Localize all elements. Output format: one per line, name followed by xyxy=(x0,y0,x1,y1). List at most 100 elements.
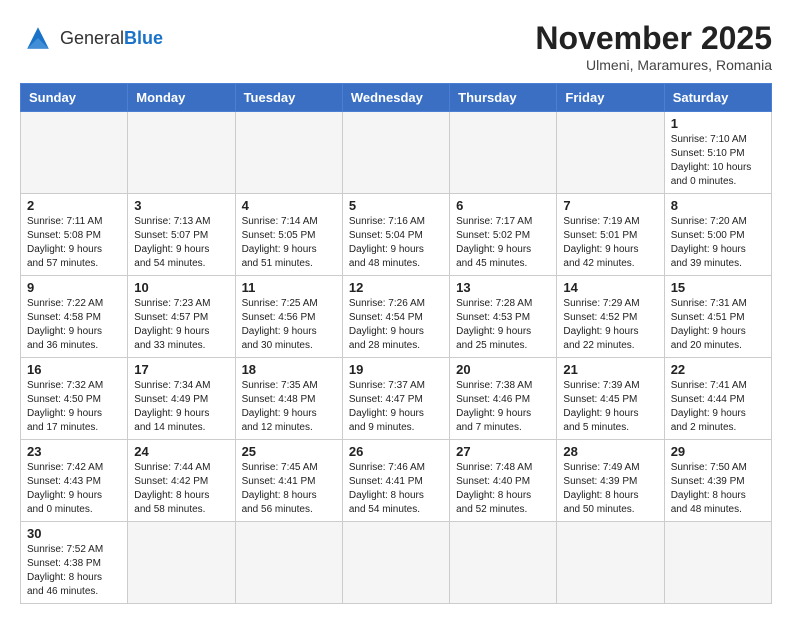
day-cell: 5Sunrise: 7:16 AMSunset: 5:04 PMDaylight… xyxy=(342,194,449,276)
day-cell: 28 Sunrise: 7:49 AMSunset: 4:39 PMDayligh… xyxy=(557,440,664,522)
day-cell: 15 Sunrise: 7:31 AMSunset: 4:51 PMDayligh… xyxy=(664,276,771,358)
day-number: 13 xyxy=(456,280,550,295)
day-cell: 30Sunrise: 7:52 AMSunset: 4:38 PMDayligh… xyxy=(21,522,128,604)
day-number: 22 xyxy=(671,362,765,377)
day-cell: 12Sunrise: 7:26 AMSunset: 4:54 PMDayligh… xyxy=(342,276,449,358)
day-number: 1 xyxy=(671,116,765,131)
day-cell: 20 Sunrise: 7:38 AMSunset: 4:46 PMDayligh… xyxy=(450,358,557,440)
day-cell: 2 Sunrise: 7:11 AMSunset: 5:08 PMDaylight… xyxy=(21,194,128,276)
day-number: 27 xyxy=(456,444,550,459)
day-info: Sunrise: 7:11 AMSunset: 5:08 PMDaylight:… xyxy=(27,215,121,271)
day-number: 29 xyxy=(671,444,765,459)
day-number: 18 xyxy=(242,362,336,377)
week-row-3: 9Sunrise: 7:22 AMSunset: 4:58 PMDaylight… xyxy=(21,276,772,358)
day-number: 21 xyxy=(563,362,657,377)
day-info: Sunrise: 7:14 AMSunset: 5:05 PMDaylight:… xyxy=(242,215,336,271)
day-cell xyxy=(235,522,342,604)
day-number: 20 xyxy=(456,362,550,377)
day-cell: 25 Sunrise: 7:45 AMSunset: 4:41 PMDayligh… xyxy=(235,440,342,522)
day-number: 10 xyxy=(134,280,228,295)
day-cell: 26 Sunrise: 7:46 AMSunset: 4:41 PMDayligh… xyxy=(342,440,449,522)
header: GeneralBlue November 2025 Ulmeni, Maramu… xyxy=(20,20,772,73)
day-info: Sunrise: 7:48 AMSunset: 4:40 PMDaylight:… xyxy=(456,461,550,517)
month-title: November 2025 xyxy=(535,20,772,57)
day-info: Sunrise: 7:26 AMSunset: 4:54 PMDaylight:… xyxy=(349,297,443,353)
generalblue-logo-icon xyxy=(20,20,56,56)
day-info: Sunrise: 7:32 AMSunset: 4:50 PMDaylight:… xyxy=(27,379,121,435)
day-info: Sunrise: 7:10 AMSunset: 5:10 PMDaylight:… xyxy=(671,133,765,189)
day-info: Sunrise: 7:37 AMSunset: 4:47 PMDaylight:… xyxy=(349,379,443,435)
day-cell: 22Sunrise: 7:41 AMSunset: 4:44 PMDayligh… xyxy=(664,358,771,440)
day-info: Sunrise: 7:25 AMSunset: 4:56 PMDaylight:… xyxy=(242,297,336,353)
day-number: 17 xyxy=(134,362,228,377)
day-cell: 14 Sunrise: 7:29 AMSunset: 4:52 PMDayligh… xyxy=(557,276,664,358)
title-area: November 2025 Ulmeni, Maramures, Romania xyxy=(535,20,772,73)
day-cell xyxy=(664,522,771,604)
header-saturday: Saturday xyxy=(664,84,771,112)
header-monday: Monday xyxy=(128,84,235,112)
day-cell: 13 Sunrise: 7:28 AMSunset: 4:53 PMDayligh… xyxy=(450,276,557,358)
day-number: 16 xyxy=(27,362,121,377)
day-cell: 17 Sunrise: 7:34 AMSunset: 4:49 PMDayligh… xyxy=(128,358,235,440)
day-cell: 19Sunrise: 7:37 AMSunset: 4:47 PMDayligh… xyxy=(342,358,449,440)
day-info: Sunrise: 7:23 AMSunset: 4:57 PMDaylight:… xyxy=(134,297,228,353)
day-info: Sunrise: 7:34 AMSunset: 4:49 PMDaylight:… xyxy=(134,379,228,435)
day-number: 15 xyxy=(671,280,765,295)
day-cell: 7Sunrise: 7:19 AMSunset: 5:01 PMDaylight… xyxy=(557,194,664,276)
day-cell: 11 Sunrise: 7:25 AMSunset: 4:56 PMDayligh… xyxy=(235,276,342,358)
day-number: 26 xyxy=(349,444,443,459)
day-cell: 23Sunrise: 7:42 AMSunset: 4:43 PMDayligh… xyxy=(21,440,128,522)
day-cell: 29 Sunrise: 7:50 AMSunset: 4:39 PMDayligh… xyxy=(664,440,771,522)
day-cell xyxy=(557,112,664,194)
day-info: Sunrise: 7:29 AMSunset: 4:52 PMDaylight:… xyxy=(563,297,657,353)
day-info: Sunrise: 7:19 AMSunset: 5:01 PMDaylight:… xyxy=(563,215,657,271)
header-tuesday: Tuesday xyxy=(235,84,342,112)
day-number: 9 xyxy=(27,280,121,295)
day-number: 11 xyxy=(242,280,336,295)
day-cell xyxy=(21,112,128,194)
day-cell xyxy=(450,112,557,194)
calendar-body: 1 Sunrise: 7:10 AMSunset: 5:10 PMDaylight… xyxy=(21,112,772,604)
day-info: Sunrise: 7:45 AMSunset: 4:41 PMDaylight:… xyxy=(242,461,336,517)
day-info: Sunrise: 7:20 AMSunset: 5:00 PMDaylight:… xyxy=(671,215,765,271)
day-info: Sunrise: 7:49 AMSunset: 4:39 PMDaylight:… xyxy=(563,461,657,517)
header-sunday: Sunday xyxy=(21,84,128,112)
day-info: Sunrise: 7:13 AMSunset: 5:07 PMDaylight:… xyxy=(134,215,228,271)
week-row-1: 1 Sunrise: 7:10 AMSunset: 5:10 PMDaylight… xyxy=(21,112,772,194)
header-thursday: Thursday xyxy=(450,84,557,112)
day-number: 14 xyxy=(563,280,657,295)
day-cell: 21 Sunrise: 7:39 AMSunset: 4:45 PMDayligh… xyxy=(557,358,664,440)
day-info: Sunrise: 7:44 AMSunset: 4:42 PMDaylight:… xyxy=(134,461,228,517)
day-info: Sunrise: 7:38 AMSunset: 4:46 PMDaylight:… xyxy=(456,379,550,435)
day-cell: 18Sunrise: 7:35 AMSunset: 4:48 PMDayligh… xyxy=(235,358,342,440)
day-info: Sunrise: 7:50 AMSunset: 4:39 PMDaylight:… xyxy=(671,461,765,517)
day-cell xyxy=(450,522,557,604)
day-info: Sunrise: 7:39 AMSunset: 4:45 PMDaylight:… xyxy=(563,379,657,435)
day-info: Sunrise: 7:17 AMSunset: 5:02 PMDaylight:… xyxy=(456,215,550,271)
day-cell: 6 Sunrise: 7:17 AMSunset: 5:02 PMDaylight… xyxy=(450,194,557,276)
day-cell: 4Sunrise: 7:14 AMSunset: 5:05 PMDaylight… xyxy=(235,194,342,276)
day-info: Sunrise: 7:16 AMSunset: 5:04 PMDaylight:… xyxy=(349,215,443,271)
calendar-header: Sunday Monday Tuesday Wednesday Thursday… xyxy=(21,84,772,112)
day-number: 2 xyxy=(27,198,121,213)
day-cell: 3 Sunrise: 7:13 AMSunset: 5:07 PMDaylight… xyxy=(128,194,235,276)
day-cell xyxy=(557,522,664,604)
day-number: 24 xyxy=(134,444,228,459)
day-cell xyxy=(342,112,449,194)
weekday-header-row: Sunday Monday Tuesday Wednesday Thursday… xyxy=(21,84,772,112)
day-number: 3 xyxy=(134,198,228,213)
day-cell xyxy=(342,522,449,604)
day-number: 25 xyxy=(242,444,336,459)
day-cell: 10 Sunrise: 7:23 AMSunset: 4:57 PMDayligh… xyxy=(128,276,235,358)
day-cell xyxy=(235,112,342,194)
day-info: Sunrise: 7:28 AMSunset: 4:53 PMDaylight:… xyxy=(456,297,550,353)
day-cell: 27 Sunrise: 7:48 AMSunset: 4:40 PMDayligh… xyxy=(450,440,557,522)
day-number: 28 xyxy=(563,444,657,459)
day-number: 6 xyxy=(456,198,550,213)
calendar-table: Sunday Monday Tuesday Wednesday Thursday… xyxy=(20,83,772,604)
week-row-2: 2 Sunrise: 7:11 AMSunset: 5:08 PMDaylight… xyxy=(21,194,772,276)
day-cell: 1 Sunrise: 7:10 AMSunset: 5:10 PMDaylight… xyxy=(664,112,771,194)
day-info: Sunrise: 7:46 AMSunset: 4:41 PMDaylight:… xyxy=(349,461,443,517)
day-info: Sunrise: 7:31 AMSunset: 4:51 PMDaylight:… xyxy=(671,297,765,353)
week-row-5: 23Sunrise: 7:42 AMSunset: 4:43 PMDayligh… xyxy=(21,440,772,522)
